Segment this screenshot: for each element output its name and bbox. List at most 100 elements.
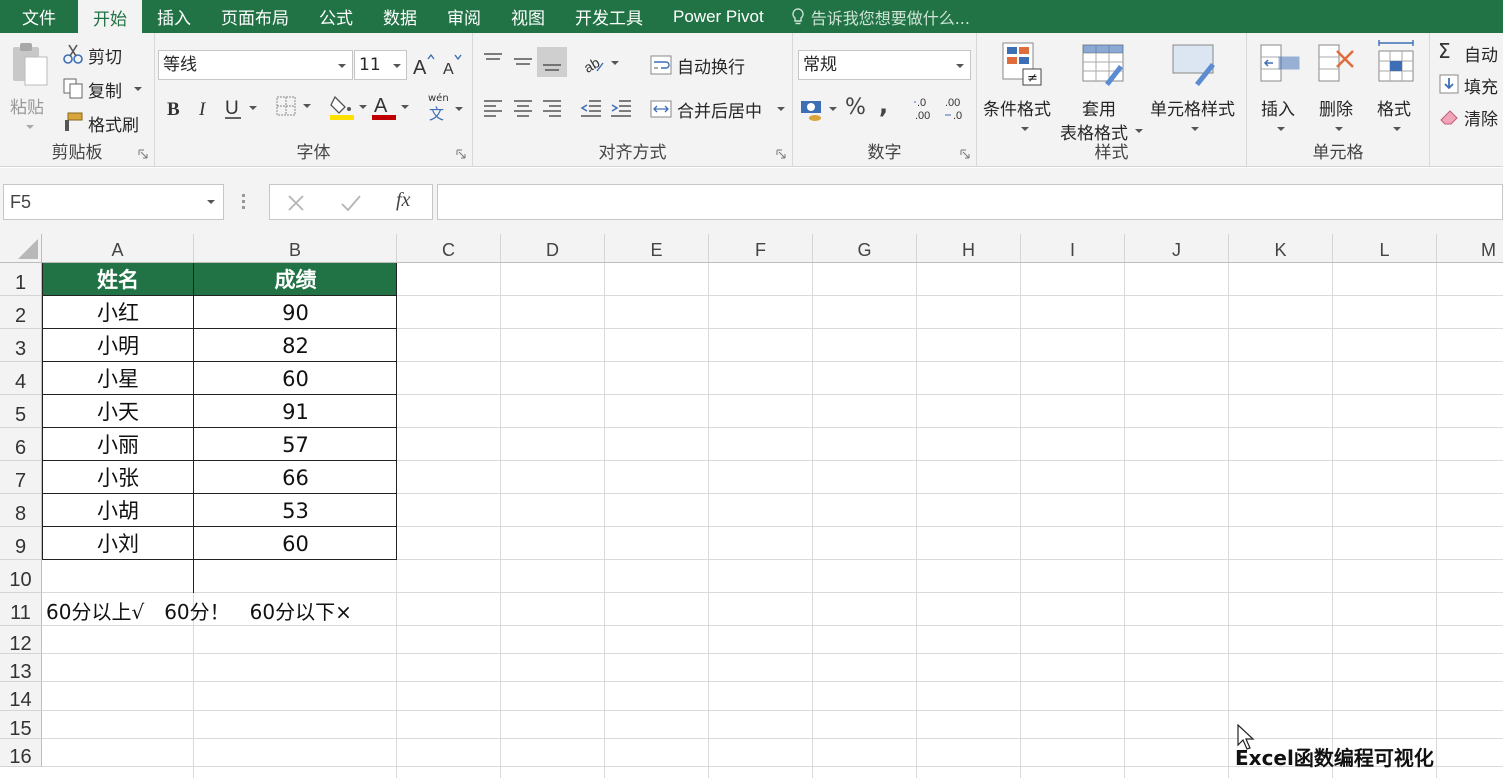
clipboard-launcher-icon[interactable]	[138, 149, 148, 159]
formula-bar-splitter[interactable]	[242, 194, 246, 212]
align-left-icon[interactable]	[481, 97, 505, 121]
merge-center-button[interactable]: 合并后居中	[649, 95, 789, 123]
row-header-11[interactable]: 11	[0, 593, 42, 626]
conditional-formatting-button[interactable]: ≠ 条件格式	[981, 39, 1061, 135]
table-cell[interactable]: 小红	[42, 296, 194, 329]
fill-button[interactable]: 填充	[1438, 71, 1503, 98]
name-box[interactable]: F5	[3, 184, 224, 220]
underline-button[interactable]: U	[223, 95, 259, 121]
shrink-font-button[interactable]: A	[441, 53, 463, 78]
tab-view[interactable]: 视图	[496, 0, 560, 33]
row-header-8[interactable]: 8	[0, 494, 42, 527]
copy-button[interactable]: 复制	[60, 75, 150, 102]
table-cell[interactable]: 小丽	[42, 428, 194, 461]
insert-cells-button[interactable]: 插入	[1255, 39, 1305, 135]
row-header-9[interactable]: 9	[0, 527, 42, 560]
row-header-16[interactable]: 16	[0, 738, 42, 768]
row-header-10[interactable]: 10	[0, 560, 42, 593]
column-header-l[interactable]: L	[1333, 234, 1437, 263]
format-as-table-button[interactable]: 套用 表格格式	[1059, 39, 1149, 144]
tab-home[interactable]: 开始	[78, 0, 142, 34]
phonetic-button[interactable]: wén 文	[425, 93, 465, 123]
fill-color-button[interactable]	[329, 93, 369, 121]
tab-formulas[interactable]: 公式	[304, 0, 368, 33]
align-top-icon[interactable]	[481, 51, 505, 71]
table-cell[interactable]: 小张	[42, 461, 194, 494]
tab-developer[interactable]: 开发工具	[560, 0, 658, 33]
row-header-2[interactable]: 2	[0, 296, 42, 329]
alignment-launcher-icon[interactable]	[776, 149, 786, 159]
table-cell[interactable]: 小明	[42, 329, 194, 362]
align-middle-icon[interactable]	[511, 51, 535, 71]
align-bottom-button[interactable]	[537, 47, 567, 77]
bold-button[interactable]: B	[165, 95, 185, 120]
table-cell[interactable]: 小刘	[42, 527, 194, 560]
number-launcher-icon[interactable]	[960, 149, 970, 159]
number-format-select[interactable]: 常规	[798, 50, 971, 80]
tab-insert[interactable]: 插入	[142, 0, 206, 33]
align-right-icon[interactable]	[540, 97, 564, 121]
formula-input[interactable]	[437, 184, 1503, 220]
row-header-4[interactable]: 4	[0, 362, 42, 395]
format-cells-button[interactable]: 格式	[1371, 39, 1421, 135]
row-header-5[interactable]: 5	[0, 395, 42, 428]
percent-style-button[interactable]: %	[845, 95, 866, 120]
column-header-a[interactable]: A	[42, 234, 194, 263]
tell-me-box[interactable]: 告诉我您想要做什么...	[779, 0, 970, 33]
column-header-f[interactable]: F	[709, 234, 813, 263]
column-header-i[interactable]: I	[1021, 234, 1125, 263]
column-header-b[interactable]: B	[194, 234, 397, 263]
borders-button[interactable]	[275, 95, 315, 121]
orientation-button[interactable]: ab	[581, 51, 621, 76]
table-cell[interactable]: 60	[194, 362, 397, 395]
row-header-6[interactable]: 6	[0, 428, 42, 461]
align-center-icon[interactable]	[511, 97, 535, 121]
table-cell[interactable]: 82	[194, 329, 397, 362]
paste-button[interactable]: 粘贴	[4, 37, 54, 133]
accounting-format-button[interactable]	[799, 95, 841, 123]
font-color-button[interactable]: A	[371, 93, 411, 121]
format-painter-button[interactable]: 格式刷	[60, 109, 150, 136]
table-cell[interactable]: 91	[194, 395, 397, 428]
table-header-cell[interactable]: 姓名	[42, 263, 194, 296]
tab-review[interactable]: 审阅	[432, 0, 496, 33]
row-header-7[interactable]: 7	[0, 461, 42, 494]
column-header-c[interactable]: C	[397, 234, 501, 263]
cell-styles-button[interactable]: 单元格样式	[1147, 39, 1243, 135]
table-cell[interactable]: 小胡	[42, 494, 194, 527]
column-header-j[interactable]: J	[1125, 234, 1229, 263]
row-header-15[interactable]: 15	[0, 710, 42, 740]
column-header-h[interactable]: H	[917, 234, 1021, 263]
enter-icon[interactable]	[340, 193, 362, 213]
italic-button[interactable]: I	[195, 95, 215, 120]
select-all-corner[interactable]	[0, 234, 42, 263]
row-header-12[interactable]: 12	[0, 626, 42, 655]
table-cell[interactable]: 66	[194, 461, 397, 494]
column-header-m[interactable]: M	[1437, 234, 1503, 263]
autosum-button[interactable]: Σ 自动	[1438, 39, 1503, 66]
row-header-1[interactable]: 1	[0, 263, 42, 296]
comma-style-button[interactable]: ,	[879, 91, 888, 119]
tab-power-pivot[interactable]: Power Pivot	[658, 0, 779, 33]
row-header-13[interactable]: 13	[0, 654, 42, 683]
worksheet-grid[interactable]: ABCDEFGHIJKLM 1 2 3 4 5 6 7 8 9 10 11 12 13 14 15 16 姓名…	[0, 234, 1503, 778]
column-header-g[interactable]: G	[813, 234, 917, 263]
clear-button[interactable]: 清除	[1438, 103, 1503, 130]
table-cell[interactable]: 60	[194, 527, 397, 560]
table-header-cell[interactable]: 成绩	[194, 263, 397, 296]
increase-decimal-icon[interactable]: .0.00	[913, 95, 941, 123]
table-cell[interactable]: 90	[194, 296, 397, 329]
increase-indent-icon[interactable]	[609, 97, 633, 121]
table-cell[interactable]: 53	[194, 494, 397, 527]
column-header-k[interactable]: K	[1229, 234, 1333, 263]
cancel-icon[interactable]	[286, 193, 306, 213]
row-header-3[interactable]: 3	[0, 329, 42, 362]
table-cell[interactable]: 小星	[42, 362, 194, 395]
grow-font-button[interactable]: A	[413, 53, 435, 79]
tab-page-layout[interactable]: 页面布局	[206, 0, 304, 33]
font-name-select[interactable]: 等线	[158, 50, 353, 80]
table-cell[interactable]: 小天	[42, 395, 194, 428]
tab-file[interactable]: 文件	[0, 0, 78, 33]
tab-data[interactable]: 数据	[368, 0, 432, 33]
wrap-text-button[interactable]: 自动换行	[649, 51, 779, 79]
